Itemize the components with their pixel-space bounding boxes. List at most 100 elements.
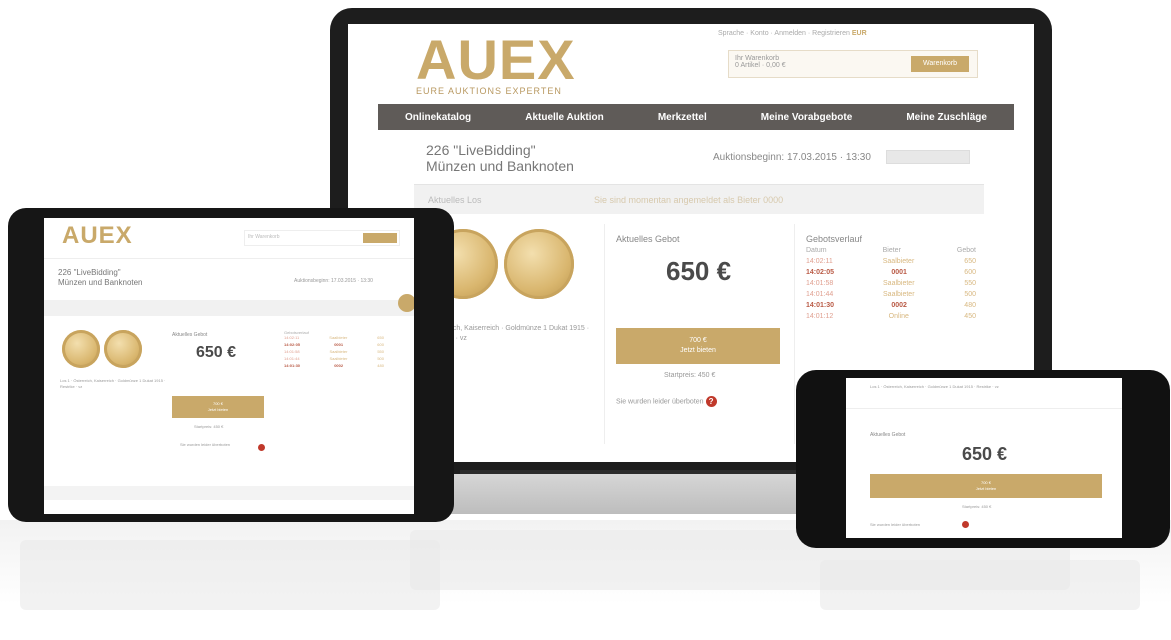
nav-item-onlinekatalog[interactable]: Onlinekatalog xyxy=(405,112,471,123)
history-bid: 500 xyxy=(377,356,384,361)
history-date: 14:01:58 xyxy=(806,280,834,287)
coin-obverse-image[interactable] xyxy=(62,330,100,368)
logo-tagline: EURE AUKTIONS EXPERTEN xyxy=(416,86,562,96)
help-icon[interactable] xyxy=(962,521,969,528)
bid-action: Jetzt bieten xyxy=(680,347,716,354)
history-date: 14:01:44 xyxy=(806,291,834,298)
next-lot-button[interactable] xyxy=(398,294,414,312)
table-row: 14:01:44 Saalbieter 500 xyxy=(806,291,976,302)
currency-select[interactable]: EUR xyxy=(852,30,867,37)
nav-item-zuschlaege[interactable]: Meine Zuschläge xyxy=(906,112,987,123)
history-bidder: 0001 xyxy=(334,342,344,347)
coin-reverse-image[interactable] xyxy=(104,330,142,368)
table-row: 14:02:11 Saalbieter 650 xyxy=(284,335,384,342)
history-bidder: Online xyxy=(888,313,909,320)
history-bidder: 0001 xyxy=(891,269,907,276)
current-bid-price: 650 € xyxy=(962,444,1008,464)
table-row: 14:01:58 Saalbieter 550 xyxy=(284,349,384,356)
auction-title: 226 "LiveBidding" xyxy=(58,268,121,277)
banner-current-lot: Aktuelles Los xyxy=(428,195,482,205)
cart-box: Ihr Warenkorb xyxy=(244,230,400,246)
bid-action: Jetzt bieten xyxy=(975,486,997,491)
history-bid: 550 xyxy=(964,280,976,287)
place-bid-button[interactable]: 700 € Jetzt bieten xyxy=(870,474,1102,498)
outbid-text: Sie wurden leider überboten xyxy=(870,522,921,527)
logo-wordmark: AUEX xyxy=(416,28,576,91)
tablet-screen: AUEX Ihr Warenkorb 226 "LiveBidding" Mün… xyxy=(44,218,414,514)
current-bid-label: Aktuelles Gebot xyxy=(616,234,680,244)
phone-reflection xyxy=(820,560,1140,610)
history-bidder: Saalbieter xyxy=(883,280,915,287)
top-utility-bar: Sprache · Konto · Anmelden · Registriere… xyxy=(718,30,1018,44)
phone-screen: Los 1 · Österreich, Kaiserreich · Goldmü… xyxy=(846,378,1122,538)
lot-pager[interactable] xyxy=(886,150,970,164)
current-bid-price: 650 € xyxy=(196,344,237,361)
table-row: 14:02:05 0001 600 xyxy=(806,269,976,280)
page-title: 226 "LiveBidding" Münzen und Banknoten xyxy=(58,268,143,288)
history-bid: 480 xyxy=(964,302,976,309)
auction-start-time: Auktionsbeginn: 17.03.2015 · 13:30 xyxy=(713,152,871,163)
history-bidder: Saalbieter xyxy=(329,349,348,354)
bid-action: Jetzt bieten xyxy=(207,407,229,412)
history-bid: 650 xyxy=(377,335,384,340)
place-bid-button[interactable]: 700 € Jetzt bieten xyxy=(616,328,780,364)
history-bid: 600 xyxy=(964,269,976,276)
column-divider xyxy=(604,224,605,444)
history-bid: 480 xyxy=(377,363,384,368)
current-bid-price: 650 € xyxy=(666,256,732,286)
history-bid: 550 xyxy=(377,349,384,354)
section-divider xyxy=(846,408,1122,409)
cart-button[interactable] xyxy=(363,233,397,243)
bid-history-title: Gebotsverlauf xyxy=(806,234,863,244)
main-nav: Onlinekatalog Aktuelle Auktion Merkzette… xyxy=(378,104,1014,130)
tablet-reflection xyxy=(20,540,440,610)
nav-item-vorabgebote[interactable]: Meine Vorabgebote xyxy=(761,112,853,123)
current-bid-label: Aktuelles Gebot xyxy=(870,432,906,438)
history-bid: 650 xyxy=(964,258,976,265)
history-bidder: Saalbieter xyxy=(329,335,348,340)
outbid-text: Sie wurden leider überboten xyxy=(616,398,704,406)
history-bidder: Saalbieter xyxy=(883,291,915,298)
start-price: Startpreis: 450 € xyxy=(194,424,224,429)
auex-logo[interactable]: AUEX EURE AUKTIONS EXPERTEN xyxy=(416,28,576,97)
table-row: 14:01:30 0002 480 xyxy=(806,302,976,313)
auction-start-time: Auktionsbeginn: 17.03.2015 · 13:30 xyxy=(294,278,373,284)
table-row: 14:01:44 Saalbieter 500 xyxy=(284,356,384,363)
col-header-bidder: Bieter xyxy=(882,247,901,254)
nav-item-aktuelle-auktion[interactable]: Aktuelle Auktion xyxy=(525,112,604,123)
coin-reverse-image[interactable] xyxy=(504,229,574,299)
history-date: 14:01:58 xyxy=(284,349,300,354)
history-date: 14:02:05 xyxy=(806,269,835,276)
outbid-text: Sie wurden leider überboten xyxy=(180,442,231,447)
history-bid: 450 xyxy=(964,313,976,320)
help-icon[interactable] xyxy=(258,444,265,451)
start-price: Startpreis: 450 € xyxy=(962,504,992,509)
history-bid: 600 xyxy=(377,342,384,347)
current-bid-label: Aktuelles Gebot xyxy=(172,332,208,338)
topbar-links[interactable]: Sprache · Konto · Anmelden · Registriere… xyxy=(718,30,850,37)
bid-amount: 700 € xyxy=(689,337,707,344)
footer-bar xyxy=(44,486,414,500)
cart-label: Ihr Warenkorb xyxy=(248,234,280,240)
auex-logo[interactable]: AUEX xyxy=(62,224,133,248)
status-banner: Aktuelles Los Sie sind momentan angemeld… xyxy=(414,184,984,214)
history-bidder: Saalbieter xyxy=(882,258,915,265)
history-date: 14:02:05 xyxy=(284,342,301,347)
logo-wordmark: AUEX xyxy=(62,222,133,249)
history-date: 14:01:12 xyxy=(806,313,834,320)
banner-message: Sie sind momentan angemeldet als Bieter … xyxy=(594,195,784,205)
help-icon[interactable]: ? xyxy=(705,396,717,407)
outbid-notice: Sie wurden leider überboten ? xyxy=(616,396,717,407)
cart-button[interactable]: Warenkorb xyxy=(911,56,969,72)
nav-item-merkzettel[interactable]: Merkzettel xyxy=(658,112,707,123)
table-row: 14:02:11 Saalbieter 650 xyxy=(806,258,976,269)
header-divider xyxy=(44,258,414,259)
table-row: 14:02:05 0001 600 xyxy=(284,342,384,349)
auction-subtitle: Münzen und Banknoten xyxy=(426,158,574,174)
place-bid-button[interactable]: 700 € Jetzt bieten xyxy=(172,396,264,418)
history-bid: 500 xyxy=(964,291,976,298)
bid-history: Gebotsverlauf Datum Bieter Gebot 14:02:1… xyxy=(806,234,976,324)
history-date: 14:01:30 xyxy=(284,363,301,368)
table-row: 14:01:58 Saalbieter 550 xyxy=(806,280,976,291)
bid-history: Gebotsverlauf 14:02:11 Saalbieter 650 14:0… xyxy=(284,330,384,370)
